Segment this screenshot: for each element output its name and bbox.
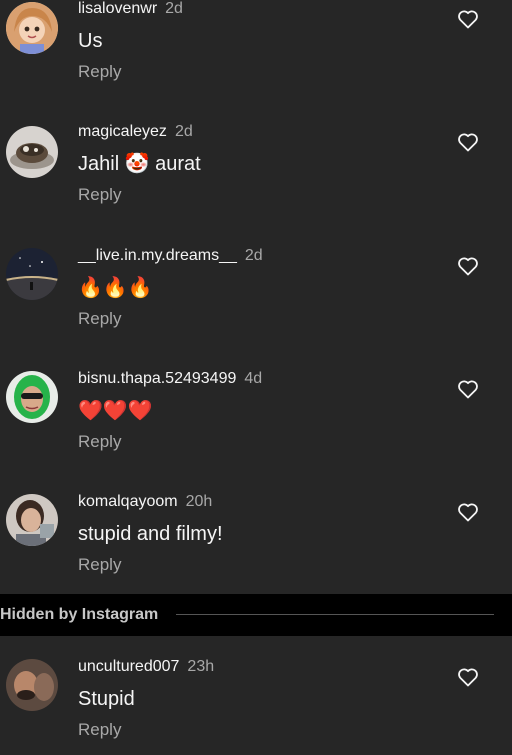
- heart-outline-icon[interactable]: [456, 254, 480, 278]
- heart-outline-icon[interactable]: [456, 7, 480, 31]
- hidden-comments-divider[interactable]: Hidden by Instagram: [0, 594, 512, 636]
- comment-text: 🔥🔥🔥: [78, 277, 153, 299]
- avatar[interactable]: [6, 2, 58, 54]
- comment-item: komalqayoom 20h stupid and filmy! Reply: [0, 490, 512, 590]
- comment-timestamp: 4d: [244, 370, 263, 387]
- reply-button[interactable]: Reply: [78, 62, 121, 82]
- comment-username[interactable]: uncultured007: [78, 658, 179, 675]
- comment-item: uncultured007 23h Stupid Reply: [0, 655, 512, 755]
- comment-text: ❤️❤️❤️: [78, 400, 153, 422]
- reply-button[interactable]: Reply: [78, 309, 121, 329]
- reply-button[interactable]: Reply: [78, 185, 121, 205]
- comment-text: Stupid: [78, 688, 135, 710]
- comment-text: Jahil 🤡 aurat: [78, 153, 201, 175]
- avatar[interactable]: [6, 248, 58, 300]
- heart-outline-icon[interactable]: [456, 500, 480, 524]
- comment-item: bisnu.thapa.52493499 4d ❤️❤️❤️ Reply: [0, 367, 512, 467]
- avatar[interactable]: [6, 494, 58, 546]
- comment-username[interactable]: komalqayoom: [78, 493, 178, 510]
- heart-outline-icon[interactable]: [456, 665, 480, 689]
- reply-button[interactable]: Reply: [78, 432, 121, 452]
- comment-item: lisalovenwr 2d Us Reply: [0, 0, 512, 100]
- comment-timestamp: 2d: [244, 247, 263, 264]
- reply-button[interactable]: Reply: [78, 720, 121, 740]
- comment-username[interactable]: __live.in.my.dreams__: [78, 247, 237, 264]
- comment-item: __live.in.my.dreams__ 2d 🔥🔥🔥 Reply: [0, 244, 512, 344]
- comment-timestamp: 23h: [187, 658, 215, 675]
- comment-text: Us: [78, 30, 103, 52]
- comment-username[interactable]: magicaleyez: [78, 123, 167, 140]
- avatar[interactable]: [6, 126, 58, 178]
- reply-button[interactable]: Reply: [78, 555, 121, 575]
- divider-line: [176, 614, 494, 615]
- comment-item: magicaleyez 2d Jahil 🤡 aurat Reply: [0, 120, 512, 220]
- avatar[interactable]: [6, 371, 58, 423]
- comment-username[interactable]: bisnu.thapa.52493499: [78, 370, 236, 387]
- hidden-comments-label[interactable]: Hidden by Instagram: [0, 606, 158, 624]
- heart-outline-icon[interactable]: [456, 377, 480, 401]
- comment-timestamp: 2d: [165, 0, 183, 17]
- comment-timestamp: 2d: [174, 123, 193, 140]
- comment-text: stupid and filmy!: [78, 523, 223, 545]
- comment-timestamp: 20h: [185, 493, 213, 510]
- heart-outline-icon[interactable]: [456, 130, 480, 154]
- avatar[interactable]: [6, 659, 58, 711]
- comment-username[interactable]: lisalovenwr: [78, 0, 157, 17]
